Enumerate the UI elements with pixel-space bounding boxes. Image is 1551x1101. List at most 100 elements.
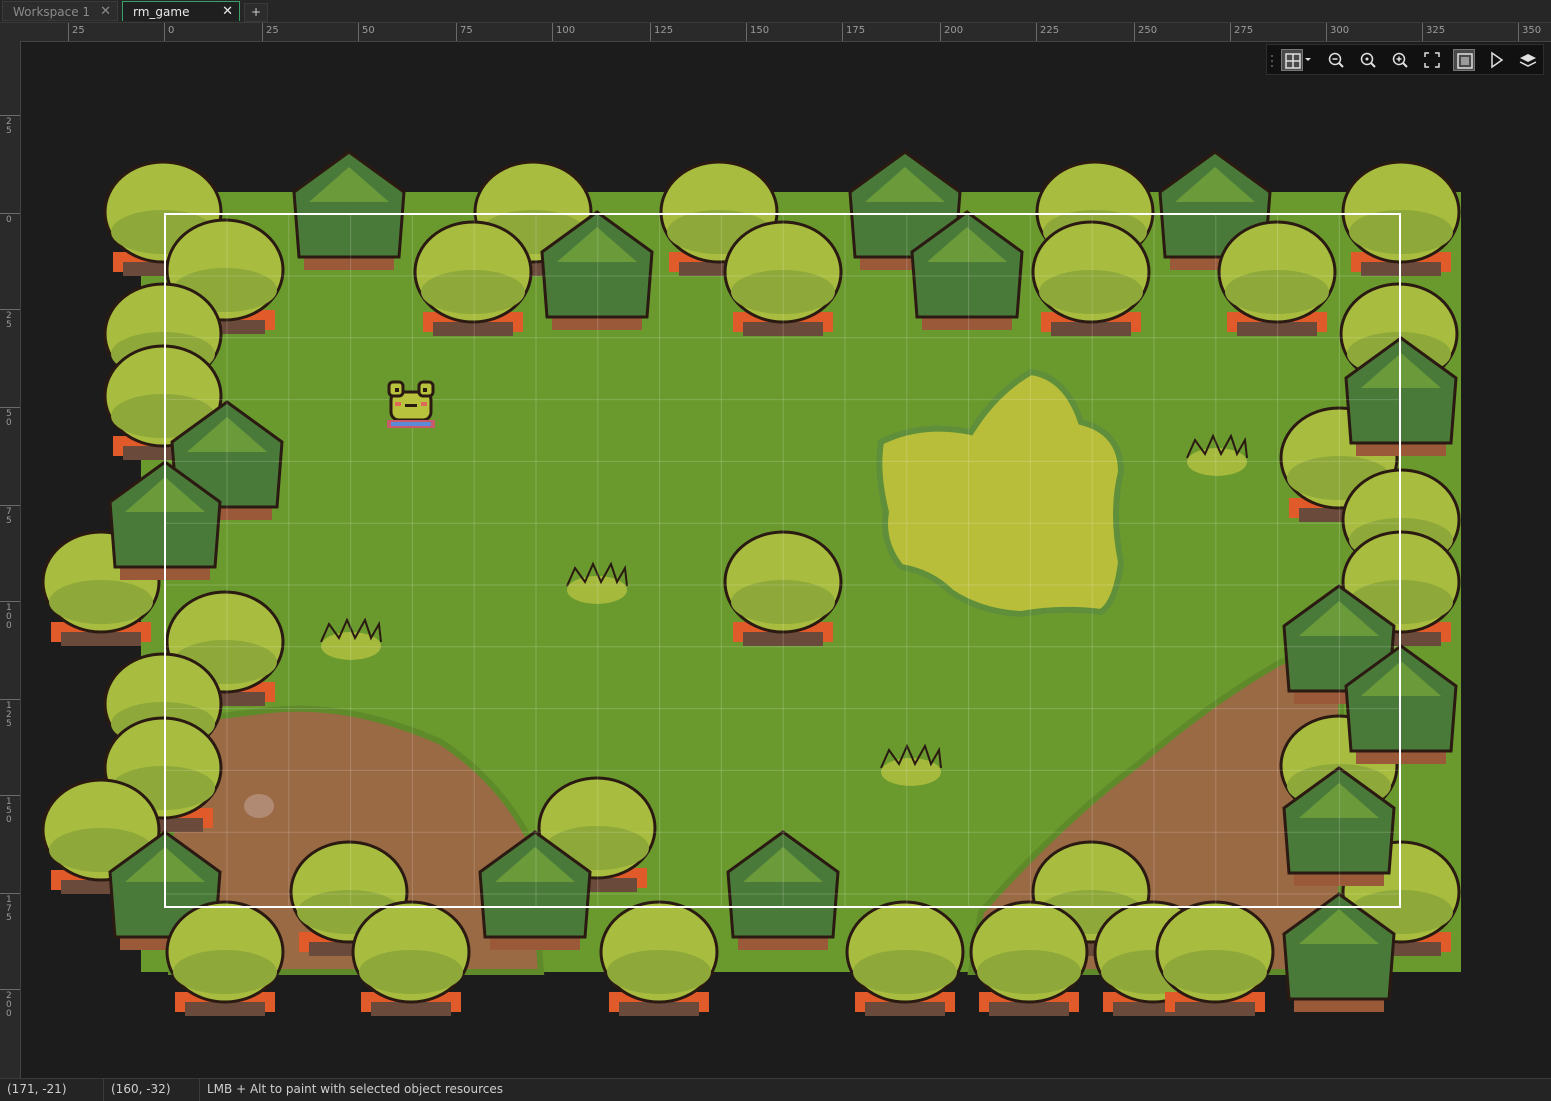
tree-root: [989, 1002, 1069, 1016]
ruler-tick: 100: [0, 601, 20, 631]
tree-root: [865, 1002, 945, 1016]
ruler-tick-label: 0: [168, 25, 175, 36]
bush-tree: [1031, 220, 1151, 336]
ruler-tick-label: 75: [6, 507, 12, 526]
tree-root: [61, 632, 141, 646]
vertical-ruler: 25 0 25 50 75 100 125 150 175 200: [0, 41, 21, 1078]
tab-workspace-1[interactable]: Workspace 1 ✕: [2, 1, 118, 21]
tree-shade: [977, 950, 1081, 994]
tree-root: [619, 1002, 699, 1016]
tab-bar: Workspace 1 ✕ rm_game ✕ +: [0, 0, 1551, 23]
ruler-tick: 50: [0, 407, 20, 428]
ruler-tick-label: 25: [72, 25, 85, 36]
ruler-tick-label: 175: [846, 25, 866, 36]
ruler-tick: 50: [358, 23, 375, 41]
tree-root: [433, 322, 513, 336]
tree-shade: [359, 950, 463, 994]
cursor-room-coords: (171, -21): [0, 1079, 104, 1101]
cursor-grid-coords: (160, -32): [104, 1079, 200, 1101]
zoom-reset-icon[interactable]: [1357, 49, 1379, 71]
ruler-tick: 325: [1422, 23, 1445, 41]
fullscreen-icon[interactable]: [1421, 49, 1443, 71]
tree-shade: [173, 950, 277, 994]
tree-shade: [607, 950, 711, 994]
grid-toggle-icon[interactable]: [1281, 49, 1303, 71]
layers-icon[interactable]: [1517, 49, 1539, 71]
ruler-tick: 25: [68, 23, 85, 41]
ruler-tick: 175: [0, 893, 20, 923]
tree-shade: [49, 580, 153, 624]
ruler-tick: 125: [0, 699, 20, 729]
ruler-tick: 175: [842, 23, 865, 41]
ruler-tick: 200: [940, 23, 963, 41]
ruler-tick-label: 50: [6, 409, 12, 428]
room-view[interactable]: [21, 42, 1551, 1078]
toolbar-grip-icon[interactable]: [1270, 54, 1275, 68]
room-toolbar: [1266, 44, 1544, 75]
ruler-tick: 75: [456, 23, 473, 41]
ruler-tick: 300: [1326, 23, 1349, 41]
ruler-tick-label: 100: [6, 603, 12, 631]
tree-root: [1051, 322, 1131, 336]
ruler-tick: 25: [262, 23, 279, 41]
ruler-tick-label: 325: [1426, 25, 1446, 36]
tab-rm-game[interactable]: rm_game ✕: [122, 1, 240, 21]
tree-root: [371, 1002, 451, 1016]
ruler-tick-label: 200: [944, 25, 964, 36]
ruler-tick-label: 100: [556, 25, 576, 36]
tab-label: rm_game: [133, 5, 190, 19]
ruler-tick: 125: [650, 23, 673, 41]
pine-tree: [292, 150, 406, 270]
ruler-tick-label: 0: [6, 215, 12, 225]
ruler-tick-label: 175: [6, 895, 12, 923]
bush-tree: [969, 900, 1089, 1016]
tree-shade: [1163, 950, 1267, 994]
add-tab-button[interactable]: +: [244, 3, 268, 22]
room-canvas[interactable]: [21, 42, 1551, 1078]
ruler-tick: 25: [0, 115, 20, 136]
close-icon[interactable]: ✕: [222, 2, 233, 22]
zoom-out-icon[interactable]: [1325, 49, 1347, 71]
ruler-tick-label: 50: [362, 25, 375, 36]
ruler-tick: 150: [746, 23, 769, 41]
zoom-in-icon[interactable]: [1389, 49, 1411, 71]
ruler-tick-label: 125: [654, 25, 674, 36]
ruler-tick: 150: [0, 795, 20, 825]
bush-tree: [845, 900, 965, 1016]
ruler-tick: 0: [164, 23, 174, 41]
ruler-tick: 25: [0, 309, 20, 330]
bush-tree: [165, 900, 285, 1016]
dropdown-arrow-icon[interactable]: [1303, 49, 1313, 71]
tree-root: [1237, 322, 1317, 336]
play-icon[interactable]: [1485, 49, 1507, 71]
tab-label: Workspace 1: [13, 5, 91, 19]
ruler-tick-label: 250: [1138, 25, 1158, 36]
ruler-tick: 225: [1036, 23, 1059, 41]
bush-tree: [599, 900, 719, 1016]
ruler-tick-label: 350: [1522, 25, 1542, 36]
stone: [244, 794, 274, 818]
ruler-tick: 200: [0, 989, 20, 1019]
ruler-tick-label: 25: [6, 117, 12, 136]
ruler-tick-label: 225: [1040, 25, 1060, 36]
ruler-tick-label: 125: [6, 701, 12, 729]
bush-tree: [413, 220, 533, 336]
ruler-tick-label: 75: [460, 25, 473, 36]
ruler-tick-label: 150: [6, 797, 12, 825]
tree-shade: [1225, 270, 1329, 314]
ruler-tick: 250: [1134, 23, 1157, 41]
close-icon[interactable]: ✕: [100, 2, 111, 22]
tree-shade: [1039, 270, 1143, 314]
frog-player-sprite[interactable]: [381, 378, 441, 434]
bush-tree: [1155, 900, 1275, 1016]
ruler-tick-label: 200: [6, 991, 12, 1019]
ruler-tick: 75: [0, 505, 20, 526]
ruler-tick-label: 25: [266, 25, 279, 36]
ruler-tick-label: 25: [6, 311, 12, 330]
horizontal-ruler: 25 0 25 50 75 100 125 150 175 200 225 250 275 300 325 3…: [0, 23, 1551, 42]
ruler-tick-label: 275: [1234, 25, 1254, 36]
ruler-tick: 275: [1230, 23, 1253, 41]
room-bounds-icon[interactable]: [1453, 49, 1475, 71]
ruler-tick: 350: [1518, 23, 1541, 41]
bush-tree: [351, 900, 471, 1016]
